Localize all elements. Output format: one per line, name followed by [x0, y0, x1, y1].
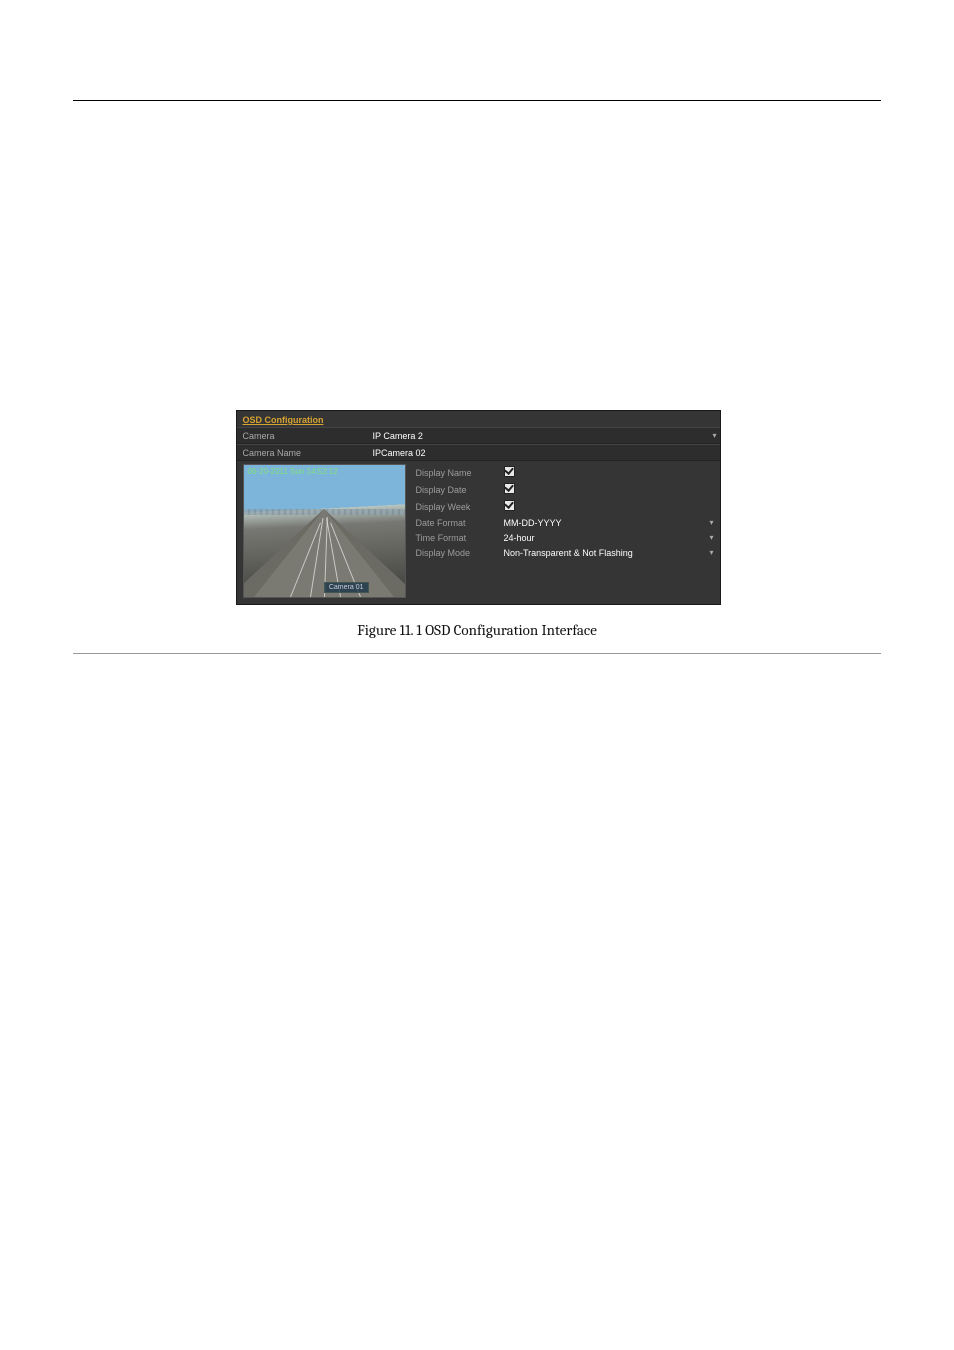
- chevron-down-icon[interactable]: ▾: [704, 518, 716, 527]
- camera-preview[interactable]: 06-20-2011 Sun 14:52:12 Camera 01: [243, 464, 406, 598]
- camera-name-label: Camera Name: [237, 446, 367, 460]
- time-format-row: Time Format 24-hour ▾: [412, 530, 716, 545]
- display-mode-select[interactable]: Non-Transparent & Not Flashing: [500, 546, 704, 560]
- date-format-select[interactable]: MM-DD-YYYY: [500, 516, 704, 530]
- camera-label: Camera: [237, 429, 367, 443]
- display-date-label: Display Date: [412, 483, 500, 497]
- display-week-checkbox[interactable]: [504, 500, 515, 511]
- display-week-label: Display Week: [412, 500, 500, 514]
- settings-panel: Display Name Display Date Display Week: [412, 464, 716, 598]
- camera-select-value[interactable]: IP Camera 2: [367, 429, 707, 443]
- preview-camera-name-overlay[interactable]: Camera 01: [324, 582, 369, 593]
- camera-name-input[interactable]: IPCamera 02: [367, 446, 707, 460]
- date-format-row: Date Format MM-DD-YYYY ▾: [412, 515, 716, 530]
- osd-config-window: OSD Configuration Camera IP Camera 2 ▾ C…: [236, 410, 721, 605]
- display-name-checkbox[interactable]: [504, 466, 515, 477]
- display-name-row: Display Name: [412, 464, 716, 481]
- display-week-row: Display Week: [412, 498, 716, 515]
- display-mode-label: Display Mode: [412, 546, 500, 560]
- display-date-row: Display Date: [412, 481, 716, 498]
- time-format-label: Time Format: [412, 531, 500, 545]
- display-name-label: Display Name: [412, 466, 500, 480]
- body: 06-20-2011 Sun 14:52:12 Camera 01 Displa…: [237, 461, 720, 604]
- chevron-down-icon[interactable]: ▾: [704, 533, 716, 542]
- display-mode-row: Display Mode Non-Transparent & Not Flash…: [412, 545, 716, 560]
- display-date-checkbox[interactable]: [504, 483, 515, 494]
- time-format-select[interactable]: 24-hour: [500, 531, 704, 545]
- figure-wrap: OSD Configuration Camera IP Camera 2 ▾ C…: [236, 410, 719, 639]
- date-format-label: Date Format: [412, 516, 500, 530]
- preview-timestamp-overlay[interactable]: 06-20-2011 Sun 14:52:12: [248, 467, 338, 476]
- chevron-down-icon[interactable]: ▾: [704, 548, 716, 557]
- window-title: OSD Configuration: [237, 411, 720, 427]
- footer-rule: [73, 653, 881, 654]
- page: OSD Configuration Camera IP Camera 2 ▾ C…: [0, 100, 954, 654]
- header-rule: [73, 100, 881, 101]
- chevron-down-icon[interactable]: ▾: [707, 431, 720, 440]
- camera-row: Camera IP Camera 2 ▾: [237, 427, 720, 444]
- camera-name-row: Camera Name IPCamera 02: [237, 444, 720, 461]
- figure-caption: Figure 11. 1 OSD Configuration Interface: [236, 621, 719, 639]
